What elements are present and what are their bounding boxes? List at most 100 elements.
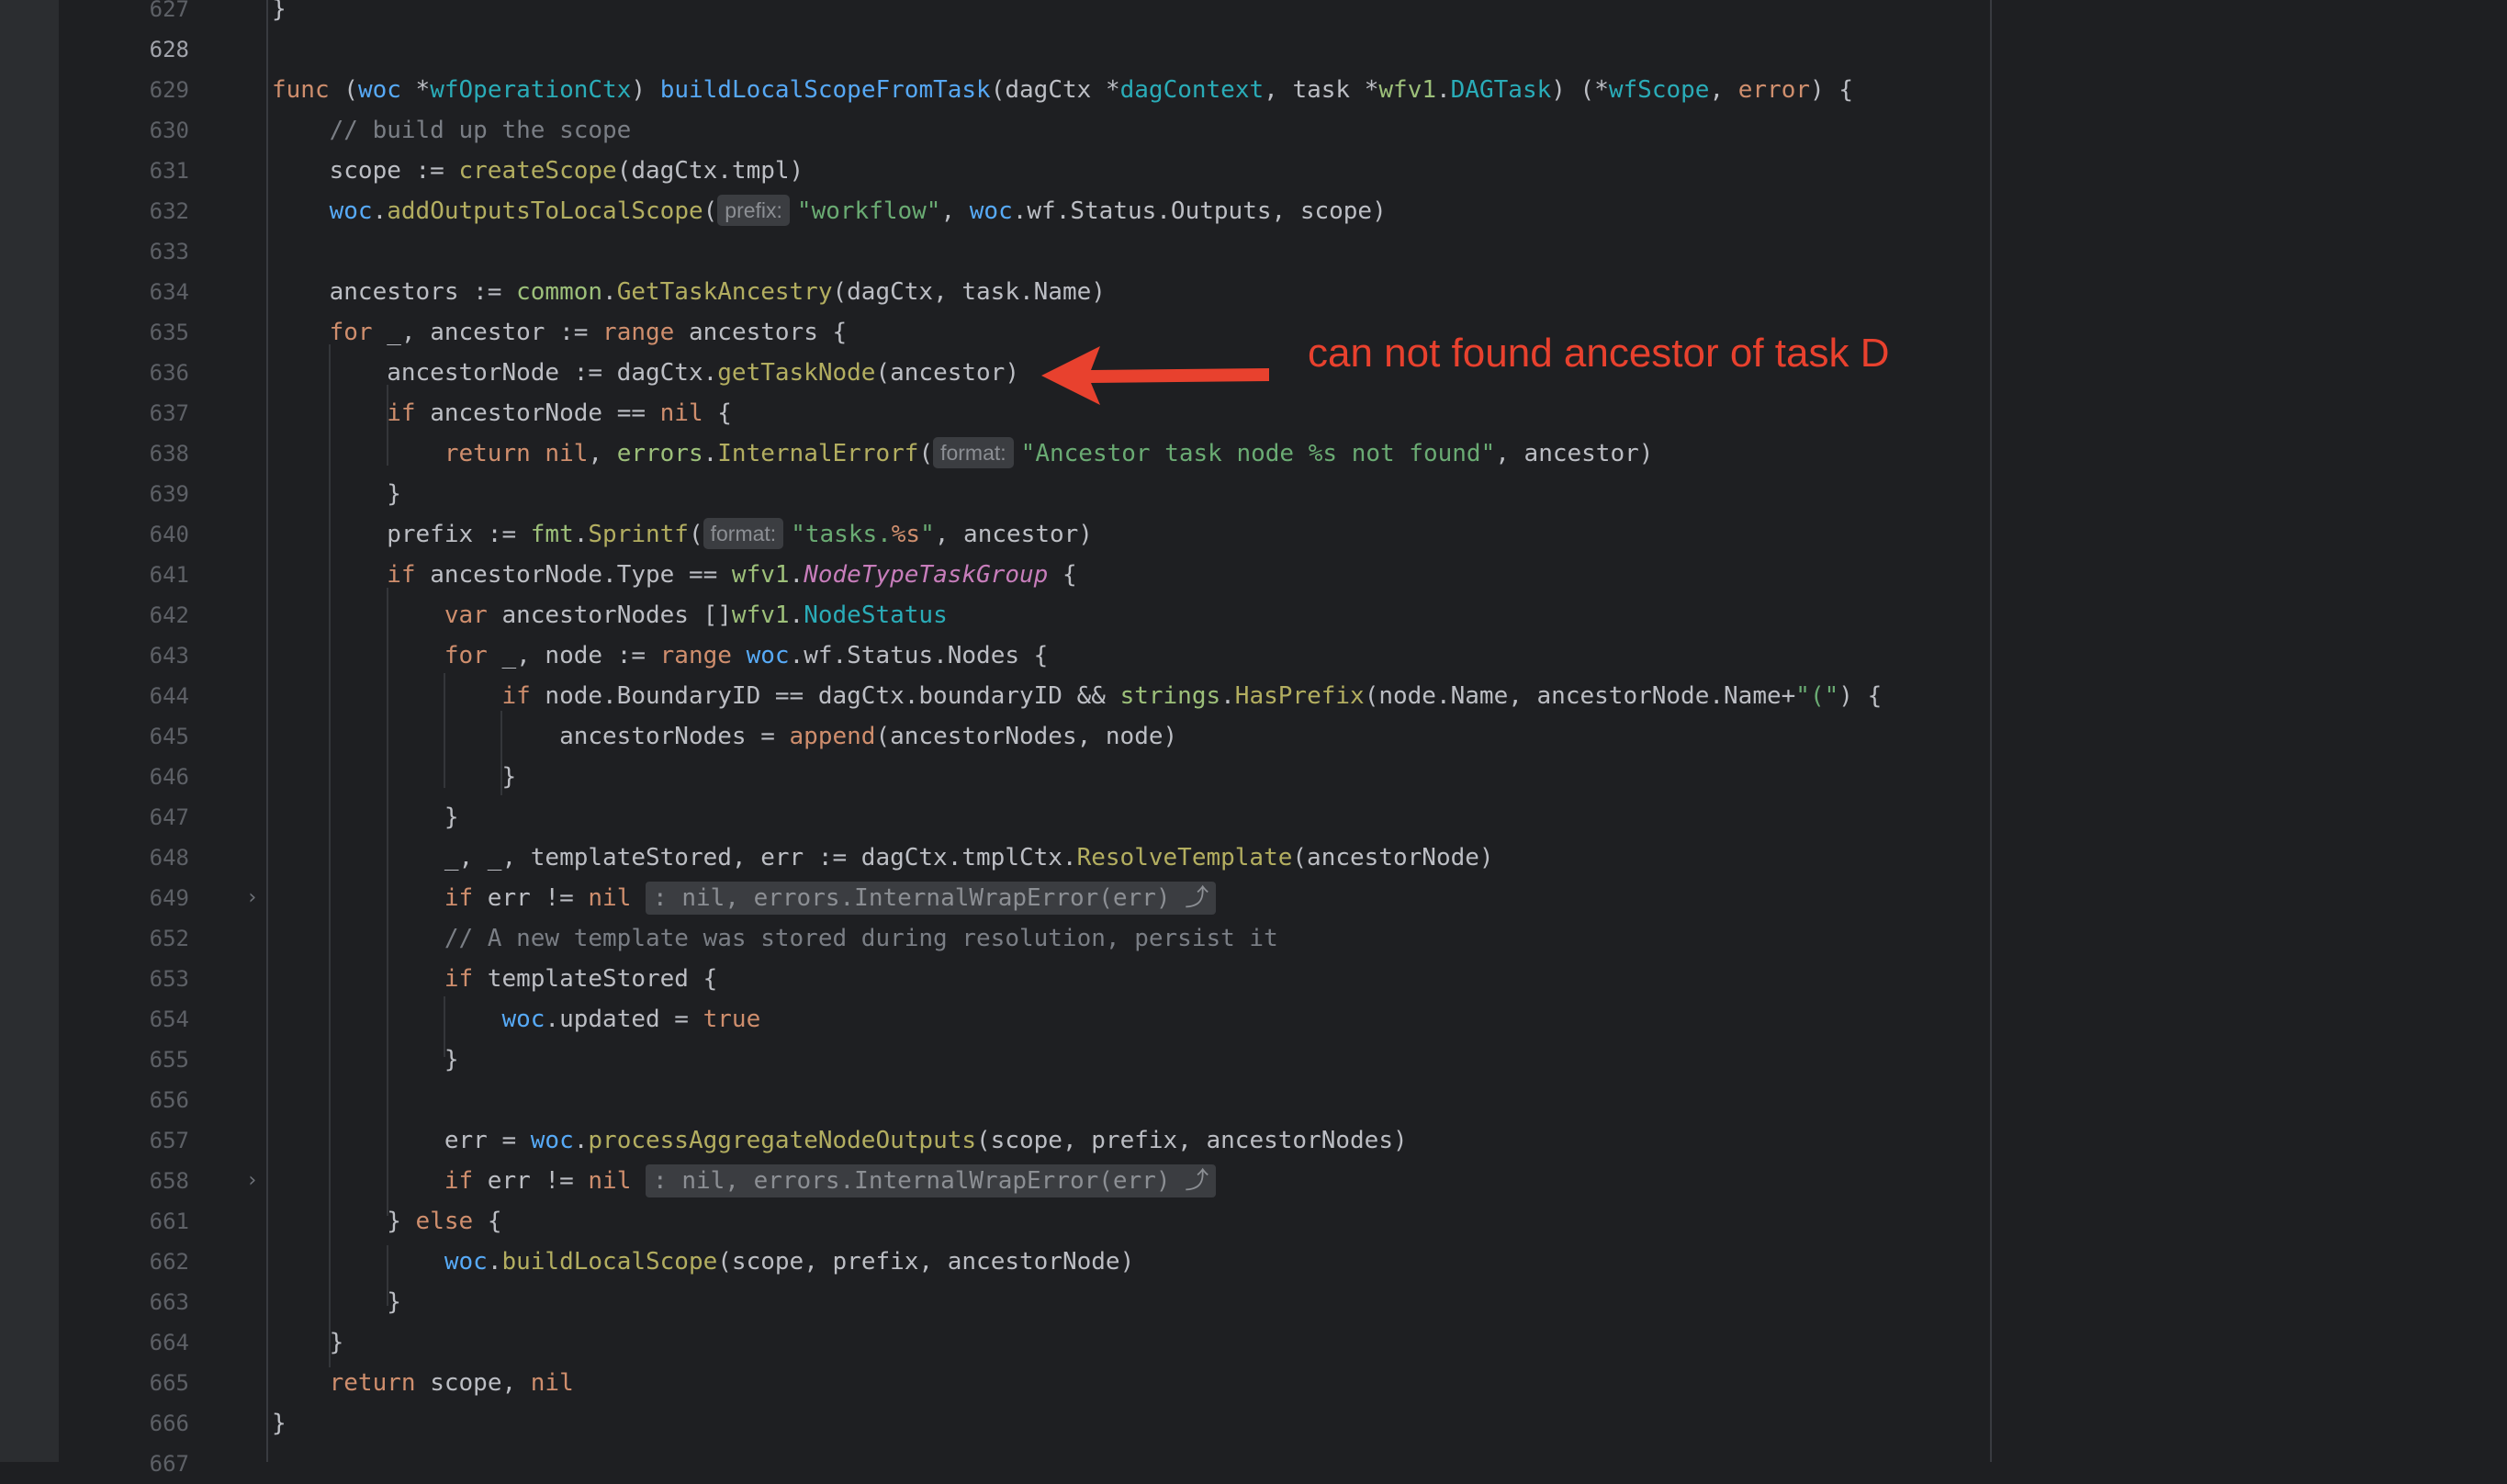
line-number: 646 (149, 764, 189, 790)
code-line: 634 ancestors := common.GetTaskAncestry(… (59, 272, 1987, 312)
code-line: 643 for _, node := range woc.wf.Status.N… (59, 635, 1987, 676)
code-text: if err != nil : nil, errors.InternalWrap… (272, 1161, 1217, 1201)
line-number: 653 (149, 966, 189, 992)
tool-window-strip (0, 0, 59, 1462)
code-text: err = woc.processAggregateNodeOutputs(sc… (272, 1127, 1408, 1154)
code-text: return scope, nil (329, 1369, 574, 1397)
code-line: 633 (59, 231, 1987, 272)
code-text: } (272, 1329, 344, 1356)
code-line: 641 if ancestorNode.Type == wfv1.NodeTyp… (59, 555, 1987, 595)
code-line: 658 › if err != nil : nil, errors.Intern… (59, 1161, 1987, 1201)
code-line: 642 var ancestorNodes []wfv1.NodeStatus (59, 595, 1987, 635)
code-line: 644 if node.BoundaryID == dagCtx.boundar… (59, 676, 1987, 716)
line-number: 632 (149, 198, 189, 224)
code-editor[interactable]: 627 } 628 629 func (woc *wfOperationCtx)… (59, 0, 2507, 1477)
code-line: 637 if ancestorNode == nil { (59, 393, 1987, 433)
code-line: 632 woc.addOutputsToLocalScope(prefix: "w… (59, 191, 1987, 231)
line-number: 640 (149, 522, 189, 547)
code-line: 631 scope := createScope(dagCtx.tmpl) (59, 151, 1987, 191)
line-number: 642 (149, 602, 189, 628)
line-number: 638 (149, 441, 189, 467)
line-number: 662 (149, 1249, 189, 1275)
folded-code-hint[interactable]: : nil, errors.InternalWrapError(err) ⤴ (646, 1164, 1217, 1197)
code-line: 663 } (59, 1282, 1987, 1322)
code-line: 665 return scope, nil (59, 1363, 1987, 1403)
line-number: 644 (149, 683, 189, 709)
parameter-hint: format: (933, 437, 1014, 468)
code-text: prefix := fmt.Sprintf(format: "tasks.%s",… (272, 514, 1093, 555)
code-line: 657 err = woc.processAggregateNodeOutput… (59, 1120, 1987, 1161)
code-text: woc.updated = true (501, 1006, 761, 1033)
code-text: for _, node := range woc.wf.Status.Nodes… (444, 642, 1049, 669)
line-number: 656 (149, 1087, 189, 1113)
line-number: 633 (149, 239, 189, 264)
code-line: 652 // A new template was stored during … (59, 918, 1987, 959)
line-number: 627 (149, 0, 189, 22)
line-number: 655 (149, 1047, 189, 1073)
annotation-label: can not found ancestor of task D (1308, 331, 1890, 376)
code-line: 638 return nil, errors.InternalErrorf(fo… (59, 433, 1987, 474)
code-text: } (272, 0, 287, 23)
code-line: 661 } else { (59, 1201, 1987, 1242)
line-number: 631 (149, 158, 189, 184)
code-line: 627 } (59, 0, 1987, 29)
line-number: 645 (149, 724, 189, 749)
line-number-current: 628 (149, 37, 189, 62)
line-number: 647 (149, 804, 189, 830)
code-line: 640 prefix := fmt.Sprintf(format: "tasks.… (59, 514, 1987, 555)
code-text: func (woc *wfOperationCtx) buildLocalSco… (272, 76, 1854, 104)
line-number: 666 (149, 1411, 189, 1436)
line-number: 661 (149, 1209, 189, 1234)
code-line: 628 (59, 29, 1987, 70)
code-line: 655 } (59, 1040, 1987, 1080)
line-number: 635 (149, 320, 189, 345)
chevron-right-icon[interactable]: › (246, 1161, 258, 1201)
code-line: 662 woc.buildLocalScope(scope, prefix, a… (59, 1242, 1987, 1282)
chevron-right-icon[interactable]: › (246, 878, 258, 918)
line-number: 663 (149, 1289, 189, 1315)
code-text: if ancestorNode.Type == wfv1.NodeTypeTas… (387, 561, 1077, 589)
code-text: woc.addOutputsToLocalScope(prefix: "workf… (272, 191, 1387, 231)
code-line: 645 ancestorNodes = append(ancestorNodes… (59, 716, 1987, 757)
code-text: } (272, 1288, 401, 1316)
code-text: } else { (272, 1208, 502, 1235)
code-text: } (272, 1410, 287, 1437)
line-number: 641 (149, 562, 189, 588)
parameter-hint: format: (703, 518, 784, 549)
code-line: 654 woc.updated = true (59, 999, 1987, 1040)
code-line: 646 } (59, 757, 1987, 797)
folded-code-hint[interactable]: : nil, errors.InternalWrapError(err) ⤴ (646, 882, 1217, 915)
code-text: } (272, 763, 517, 791)
right-margin-guide (1990, 0, 1992, 1462)
code-comment: // build up the scope (272, 117, 632, 144)
code-text: _, _, templateStored, err := dagCtx.tmpl… (272, 844, 1494, 871)
code-line: 653 if templateStored { (59, 959, 1987, 999)
line-number: 658 (149, 1168, 189, 1194)
code-text: } (272, 804, 459, 831)
line-number: 648 (149, 845, 189, 871)
code-line: 667 (59, 1444, 1987, 1484)
code-text: } (272, 480, 401, 508)
code-text: var ancestorNodes []wfv1.NodeStatus (444, 601, 948, 629)
code-line: 666 } (59, 1403, 1987, 1444)
line-number: 630 (149, 118, 189, 143)
code-text: ancestors := common.GetTaskAncestry(dagC… (272, 278, 1106, 306)
code-line: 647 } (59, 797, 1987, 838)
line-number: 637 (149, 400, 189, 426)
parameter-hint: prefix: (717, 195, 790, 226)
code-text: return nil, errors.InternalErrorf(format… (272, 433, 1653, 474)
code-text: if templateStored { (444, 965, 718, 993)
code-text: ancestorNode := dagCtx.getTaskNode(ances… (272, 359, 1019, 387)
line-number: 664 (149, 1330, 189, 1355)
line-number: 649 (149, 885, 189, 911)
line-number: 629 (149, 77, 189, 103)
code-text: for _, ancestor := range ancestors { (329, 319, 848, 346)
code-text: scope := createScope(dagCtx.tmpl) (272, 157, 804, 185)
code-line: 649 › if err != nil : nil, errors.Intern… (59, 878, 1987, 918)
line-number: 652 (149, 926, 189, 951)
line-number: 634 (149, 279, 189, 305)
line-number: 639 (149, 481, 189, 507)
line-number: 667 (149, 1451, 189, 1477)
code-line: 629 func (woc *wfOperationCtx) buildLoca… (59, 70, 1987, 110)
line-number: 665 (149, 1370, 189, 1396)
